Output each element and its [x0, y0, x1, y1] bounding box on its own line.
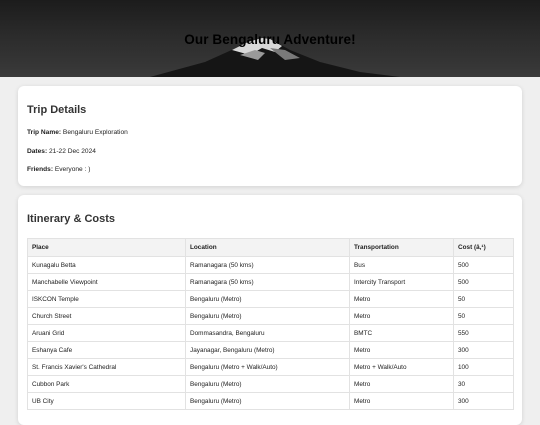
table-row: Manchabelle Viewpoint Ramanagara (50 kms…	[27, 273, 514, 291]
cell-location: Ramanagara (50 kms)	[185, 256, 350, 274]
cell-transportation: Intercity Transport	[349, 273, 454, 291]
table-row: Eshanya Cafe Jayanagar, Bengaluru (Metro…	[27, 341, 514, 359]
cell-cost: 500	[453, 256, 514, 274]
cell-cost: 50	[453, 290, 514, 308]
page-title: Our Bengaluru Adventure!	[184, 32, 356, 47]
cell-location: Ramanagara (50 kms)	[185, 273, 350, 291]
cell-cost: 500	[453, 273, 514, 291]
trip-details-heading: Trip Details	[27, 104, 87, 116]
cell-transportation: BMTC	[349, 324, 454, 342]
cell-place: Kunagalu Betta	[27, 256, 186, 274]
column-header-location: Location	[185, 238, 350, 257]
friends-value: Everyone : )	[54, 166, 91, 173]
trip-name-row: Trip Name: Bengaluru Exploration	[27, 129, 513, 136]
column-header-cost: Cost (â‚¹)	[453, 238, 514, 257]
dates-value: 21-22 Dec 2024	[49, 147, 96, 155]
cell-transportation: Metro + Walk/Auto	[349, 358, 454, 376]
cell-place: Manchabelle Viewpoint	[27, 273, 186, 291]
cell-location: Bengaluru (Metro)	[185, 375, 350, 393]
itinerary-table: Place Location Transportation Cost (â‚¹)…	[27, 238, 514, 410]
table-row: UB City Bengaluru (Metro) Metro 300	[27, 392, 514, 410]
cell-transportation: Metro	[349, 307, 454, 325]
cell-location: Dommasandra, Bengaluru	[185, 324, 350, 342]
cell-transportation: Metro	[349, 375, 454, 393]
cell-location: Jayanagar, Bengaluru (Metro)	[185, 341, 350, 359]
trip-details-card: Trip Details Trip Name: Bengaluru Explor…	[18, 86, 522, 186]
table-row: Church Street Bengaluru (Metro) Metro 50	[27, 307, 514, 325]
cell-cost: 30	[453, 375, 514, 393]
itinerary-heading: Itinerary & Costs	[27, 213, 116, 225]
cell-transportation: Metro	[349, 392, 454, 410]
cell-transportation: Metro	[349, 341, 454, 359]
cell-place: Church Street	[27, 307, 186, 325]
cell-cost: 300	[453, 341, 514, 359]
trip-name-value: Bengaluru Exploration	[62, 129, 128, 136]
table-header-row: Place Location Transportation Cost (â‚¹)	[27, 238, 514, 257]
cell-place: Eshanya Cafe	[27, 341, 186, 359]
cell-transportation: Bus	[349, 256, 454, 274]
dates-row: Dates: 21-22 Dec 2024	[27, 148, 513, 155]
friends-row: Friends: Everyone : )	[27, 166, 513, 173]
column-header-transportation: Transportation	[349, 238, 454, 257]
dates-label: Dates:	[27, 147, 48, 155]
column-header-place: Place	[27, 238, 186, 257]
cell-place: Cubbon Park	[27, 375, 186, 393]
cell-location: Bengaluru (Metro)	[185, 392, 350, 410]
cell-place: St. Francis Xavier's Cathedral	[27, 358, 186, 376]
cell-cost: 300	[453, 392, 514, 410]
itinerary-card: Itinerary & Costs Place Location Transpo…	[18, 195, 522, 425]
table-row: St. Francis Xavier's Cathedral Bengaluru…	[27, 358, 514, 376]
cell-place: Aruani Grid	[27, 324, 186, 342]
table-row: Cubbon Park Bengaluru (Metro) Metro 30	[27, 375, 514, 393]
cell-place: UB City	[27, 392, 186, 410]
cell-cost: 100	[453, 358, 514, 376]
cell-cost: 50	[453, 307, 514, 325]
cell-transportation: Metro	[349, 290, 454, 308]
cell-place: ISKCON Temple	[27, 290, 186, 308]
table-row: Kunagalu Betta Ramanagara (50 kms) Bus 5…	[27, 256, 514, 274]
table-row: ISKCON Temple Bengaluru (Metro) Metro 50	[27, 290, 514, 308]
friends-label: Friends:	[27, 166, 54, 173]
cell-location: Bengaluru (Metro)	[185, 290, 350, 308]
cell-location: Bengaluru (Metro + Walk/Auto)	[185, 358, 350, 376]
cell-cost: 550	[453, 324, 514, 342]
cell-location: Bengaluru (Metro)	[185, 307, 350, 325]
hero-banner: Our Bengaluru Adventure!	[0, 0, 540, 77]
trip-name-label: Trip Name:	[27, 129, 62, 136]
table-row: Aruani Grid Dommasandra, Bengaluru BMTC …	[27, 324, 514, 342]
